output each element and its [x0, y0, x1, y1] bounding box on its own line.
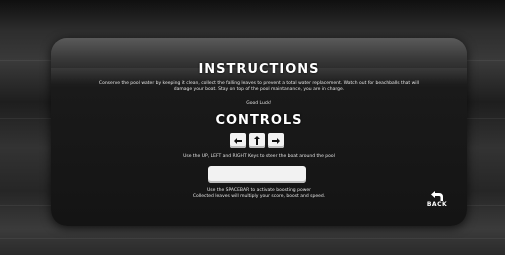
spacebar-key — [208, 166, 306, 183]
left-arrow-key — [230, 133, 246, 148]
instructions-title: INSTRUCTIONS — [198, 62, 320, 77]
back-label: BACK — [426, 201, 448, 208]
arrow-left-icon — [234, 137, 242, 144]
good-luck-text: Good Luck! — [246, 101, 272, 106]
controls-title: CONTROLS — [215, 113, 303, 128]
arrow-up-icon — [254, 136, 260, 145]
right-arrow-key — [268, 133, 284, 148]
arrow-keys-text: Use the UP, LEFT and RIGHT Keys to steer… — [183, 154, 335, 159]
arrow-keys — [230, 133, 284, 148]
instructions-description: Conserve the pool water by keeping it cl… — [98, 81, 420, 92]
background-streak — [0, 238, 505, 239]
back-arrow-icon — [431, 191, 443, 201]
back-button[interactable]: BACK — [422, 191, 452, 211]
arrow-right-icon — [272, 137, 280, 144]
leaves-multiplier-text: Collected leaves will multiply your scor… — [192, 194, 326, 199]
instructions-panel: INSTRUCTIONS Conserve the pool water by … — [51, 38, 467, 226]
up-arrow-key — [249, 133, 265, 148]
